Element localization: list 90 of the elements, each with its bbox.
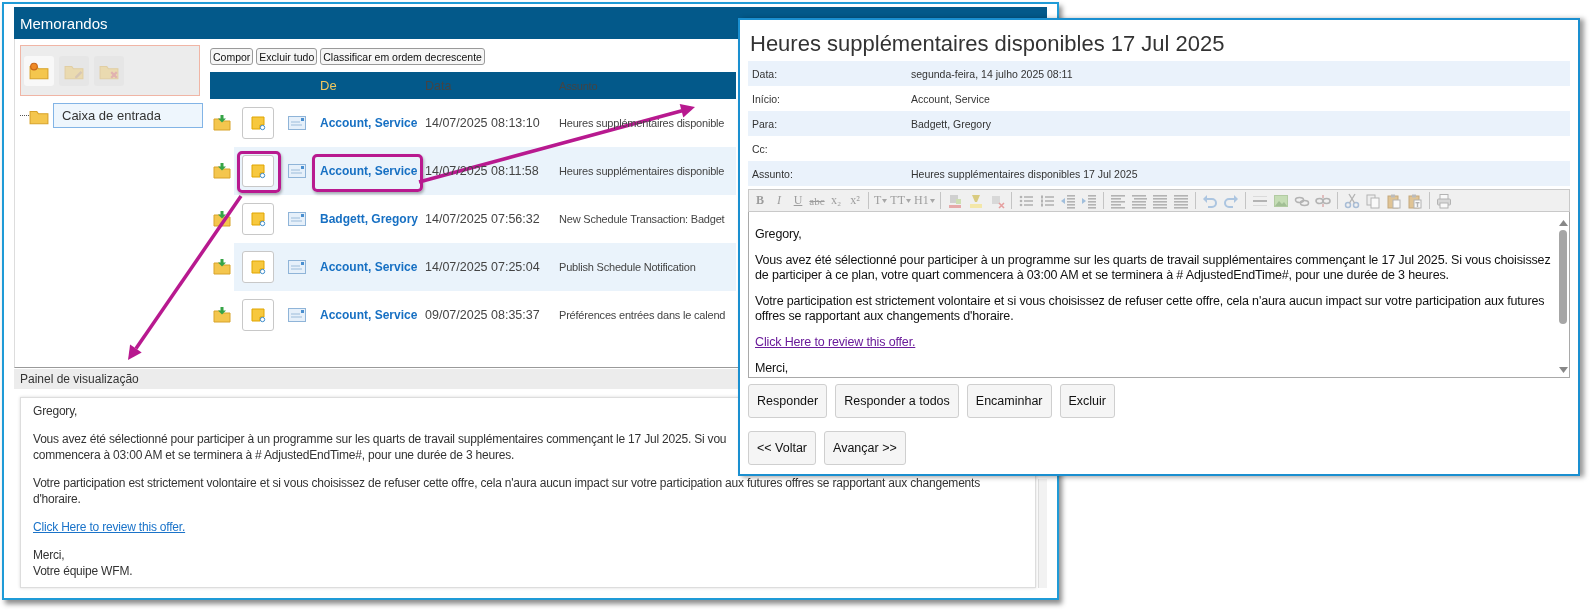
sender-link[interactable]: Badgett, Gregory [320, 212, 418, 226]
nav-button[interactable]: << Voltar [748, 431, 817, 465]
scroll-down-icon [1558, 367, 1568, 373]
paste-icon [1385, 192, 1402, 209]
caret-icon [882, 198, 888, 203]
message-icon [288, 308, 306, 322]
note-icon [250, 307, 266, 323]
action-button[interactable]: Responder a todos [835, 384, 959, 418]
toolbar-button[interactable] [24, 55, 54, 86]
message-icon [288, 116, 306, 130]
action-button[interactable]: Excluir [1059, 384, 1115, 418]
action-button[interactable]: Compor [210, 48, 254, 65]
image-icon [1272, 192, 1289, 209]
note-button[interactable] [242, 251, 274, 283]
subject-cell-text: Publish Schedule Notification [558, 261, 696, 273]
note-button[interactable] [242, 155, 274, 187]
folder-item[interactable]: Caixa de entrada [53, 103, 203, 128]
field-label: Data: [751, 67, 779, 80]
message-paragraph: Vous avez été sélectionné pour participer à un programme sur les quarts de travail supplémentaires commençant le 17 Jul 2025. Si vou commencera à 03:00 AM et se terminera à # AdjustedEndTime#, pour une durée de 3 heures. [33, 431, 727, 463]
field-value: Account, Service [911, 92, 990, 105]
folder-icon [213, 259, 231, 275]
review-link[interactable]: Click Here to review this offer. [33, 520, 186, 534]
column-header[interactable]: De [312, 78, 417, 93]
align-right-icon [1151, 192, 1168, 209]
highlighter-icon [967, 192, 984, 209]
note-button[interactable] [242, 107, 274, 139]
color-swatch-icon [946, 192, 963, 209]
scroll-up-icon [1558, 220, 1568, 226]
indent-icon [1080, 192, 1097, 209]
note-icon [250, 115, 266, 131]
caret-icon [906, 198, 911, 203]
list-row[interactable]: Account, Service 09/07/2025 08:35:37 Préférences entrées dans le calend [234, 291, 736, 339]
field-label: Cc: [751, 142, 769, 155]
scroll-thumb[interactable] [1559, 230, 1567, 324]
list-row[interactable]: Badgett, Gregory 14/07/2025 07:56:32 New Schedule Transaction: Badget [234, 195, 736, 243]
note-button[interactable] [242, 299, 274, 331]
field-value: Heures supplémentaires disponibles 17 Jul 2025 [911, 167, 1138, 180]
list-row[interactable]: Account, Service 14/07/2025 07:25:04 Publish Schedule Notification [234, 243, 736, 291]
folder-icon [213, 307, 231, 323]
date-cell-text: 14/07/2025 07:56:32 [424, 212, 541, 226]
outdent-icon [1059, 192, 1076, 209]
paste-text-icon [1406, 192, 1423, 209]
scrollbar[interactable] [1038, 479, 1047, 588]
align-left-icon [1109, 192, 1126, 209]
message-icon [288, 212, 306, 226]
field-value: segunda-feira, 14 julho 2025 08:11 [911, 67, 1073, 80]
sender-link[interactable]: Account, Service [320, 260, 418, 274]
message-paragraph: Votre participation est strictement volontaire et si vous choisissez de refuser cette offre, cela n'aura aucun impact sur votre participation aux futures offres se rapportant aux changements d'horaire. [755, 294, 1546, 324]
action-button[interactable]: Excluir tudo [256, 48, 318, 65]
field-label: Assunto: [751, 167, 794, 180]
folder-icon [213, 211, 231, 227]
redo-icon [1222, 192, 1239, 209]
note-button[interactable] [242, 203, 274, 235]
field-label: Para: [751, 117, 779, 130]
scissors-icon [1343, 192, 1360, 209]
message-paragraph: Gregory, [755, 227, 803, 242]
action-button[interactable]: Responder [748, 384, 828, 418]
unlink-icon [1314, 192, 1331, 209]
message-paragraph: Gregory, [33, 403, 78, 419]
folder-icon [213, 115, 231, 131]
sender-link[interactable]: Account, Service [320, 308, 418, 322]
date-cell-text: 09/07/2025 08:35:37 [424, 308, 541, 322]
sender-link[interactable]: Account, Service [320, 164, 418, 178]
message-paragraph: Merci, Votre équipe WFM. [33, 547, 133, 579]
subject-cell-text: Heures supplémentaires disponible [558, 165, 725, 177]
folder-icon [29, 61, 49, 80]
folder-icon [213, 163, 231, 179]
caret-icon [929, 198, 935, 203]
sender-link[interactable]: Account, Service [320, 116, 418, 130]
nav-button[interactable]: Avançar >> [824, 431, 906, 465]
copy-icon [1364, 192, 1381, 209]
align-center-icon [1130, 192, 1147, 209]
date-cell-text: 14/07/2025 08:13:10 [424, 116, 541, 130]
message-icon [288, 260, 306, 274]
action-button[interactable]: Classificar em ordem decrescente [320, 48, 485, 65]
message-icon [288, 164, 306, 178]
action-button[interactable]: Encaminhar [966, 384, 1052, 418]
subject-cell-text: Préférences entrées dans le calend [558, 309, 726, 321]
note-icon [250, 163, 266, 179]
justify-icon [1172, 192, 1189, 209]
note-icon [250, 211, 266, 227]
field-value: Badgett, Gregory [911, 117, 991, 130]
message-paragraph: Vous avez été sélectionné pour participer à un programme sur les quarts de travail supplémentaires commençant le 17 Jul 2025. Si vous choisissez de participer à ce plan, votre quart commencera à 03:00 AM et se terminera à # AdjustedEndTime#, pour une durée de 3 heures. [755, 253, 1551, 283]
date-cell-text: 14/07/2025 07:25:04 [424, 260, 541, 274]
message-paragraph: Votre participation est strictement volontaire et si vous choisissez de refuser cette offre, cela n'aura aucun impact sur votre participation aux futures offres se rapportant aux changements d'horaire. [33, 475, 981, 507]
review-link[interactable]: Click Here to review this offer. [755, 335, 916, 349]
note-icon [250, 259, 266, 275]
subject-cell-text: New Schedule Transaction: Badget [558, 213, 725, 225]
printer-icon [1435, 192, 1452, 209]
field-label: Início: [751, 92, 781, 105]
